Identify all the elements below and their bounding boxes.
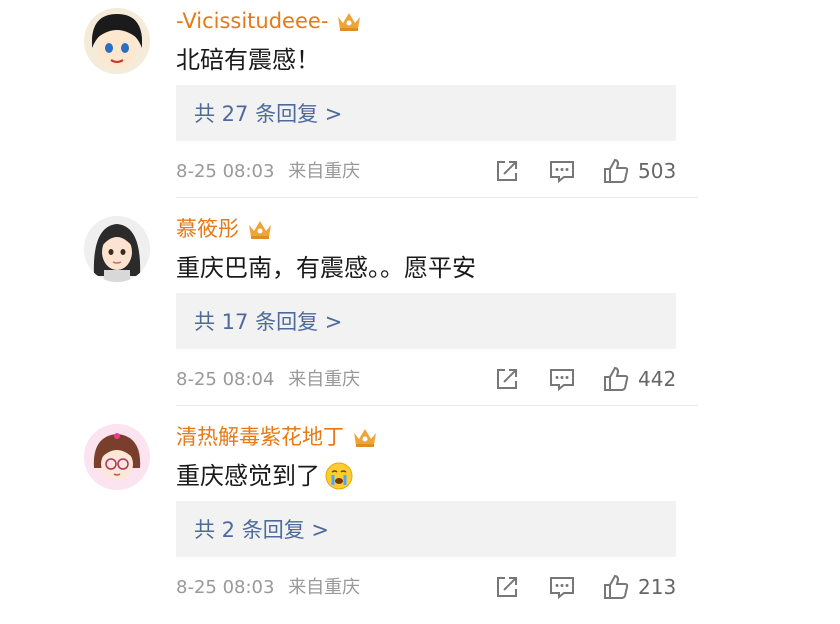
divider <box>176 197 698 198</box>
comment-icon <box>550 577 574 600</box>
comment-meta: 8-25 08:04 来自重庆 <box>176 368 360 392</box>
comment-item: 清热解毒紫花地丁 重庆感觉到了 共 2 条回复 > 8-25 08:03 来自重… <box>0 416 840 624</box>
timestamp: 8-25 08:03 <box>176 577 275 598</box>
divider <box>176 405 698 406</box>
like-count: 503 <box>638 159 677 183</box>
share-button[interactable] <box>493 155 521 187</box>
comment-icon <box>550 161 574 184</box>
username-text[interactable]: 慕筱彤 <box>176 214 239 244</box>
comment-text-body: 重庆感觉到了 <box>176 462 320 490</box>
avatar-image <box>84 8 150 74</box>
comment-text-body: 北碚有震感！ <box>176 46 320 74</box>
reply-button[interactable] <box>548 571 576 603</box>
like-count: 213 <box>638 575 677 599</box>
like-button[interactable]: 442 <box>602 363 676 395</box>
like-button[interactable]: 503 <box>602 155 676 187</box>
avatar-image <box>84 216 150 282</box>
username[interactable]: 慕筱彤 <box>176 214 273 244</box>
replies-label[interactable]: 共 17 条回复 > <box>194 306 342 336</box>
share-button[interactable] <box>493 571 521 603</box>
username[interactable]: -Vicissitudeee- <box>176 6 362 36</box>
timestamp: 8-25 08:03 <box>176 161 275 182</box>
comment-item: -Vicissitudeee- 北碚有震感！ 共 27 条回复 > 8-25 0… <box>0 0 840 208</box>
vip-crown-icon <box>336 9 362 33</box>
share-button[interactable] <box>493 363 521 395</box>
replies-label[interactable]: 共 27 条回复 > <box>194 98 342 128</box>
avatar[interactable] <box>84 8 150 74</box>
location: 来自重庆 <box>288 369 361 390</box>
share-icon <box>497 577 517 597</box>
thumbs-up-icon <box>604 366 629 391</box>
avatar[interactable] <box>84 216 150 282</box>
comment-icon <box>550 369 574 392</box>
reply-button[interactable] <box>548 155 576 187</box>
comment-meta: 8-25 08:03 来自重庆 <box>176 160 360 184</box>
location: 来自重庆 <box>288 161 361 182</box>
location: 来自重庆 <box>288 577 361 598</box>
like-button[interactable]: 213 <box>602 571 676 603</box>
like-count: 442 <box>638 367 677 391</box>
avatar[interactable] <box>84 424 150 490</box>
crying-face-emoji-icon <box>324 461 354 491</box>
thumbs-up-icon <box>604 574 629 599</box>
replies-link[interactable]: 共 2 条回复 > <box>176 501 676 557</box>
replies-link[interactable]: 共 27 条回复 > <box>176 85 676 141</box>
comment-meta: 8-25 08:03 来自重庆 <box>176 576 360 600</box>
replies-link[interactable]: 共 17 条回复 > <box>176 293 676 349</box>
comment-text: 北碚有震感！ <box>176 42 320 78</box>
reply-button[interactable] <box>548 363 576 395</box>
comment-text-body: 重庆巴南，有震感。。愿平安 <box>176 254 476 282</box>
username-text[interactable]: -Vicissitudeee- <box>176 6 328 36</box>
username-text[interactable]: 清热解毒紫花地丁 <box>176 422 344 452</box>
comment-text: 重庆巴南，有震感。。愿平安 <box>176 250 476 286</box>
thumbs-up-icon <box>604 158 629 183</box>
comment-text: 重庆感觉到了 <box>176 458 354 494</box>
avatar-image <box>84 424 150 490</box>
replies-label[interactable]: 共 2 条回复 > <box>194 514 329 544</box>
vip-crown-icon <box>247 217 273 241</box>
username[interactable]: 清热解毒紫花地丁 <box>176 422 378 452</box>
timestamp: 8-25 08:04 <box>176 369 275 390</box>
share-icon <box>497 369 517 389</box>
vip-crown-icon <box>352 425 378 449</box>
comment-item: 慕筱彤 重庆巴南，有震感。。愿平安 共 17 条回复 > 8-25 08:04 … <box>0 208 840 416</box>
share-icon <box>497 161 517 181</box>
